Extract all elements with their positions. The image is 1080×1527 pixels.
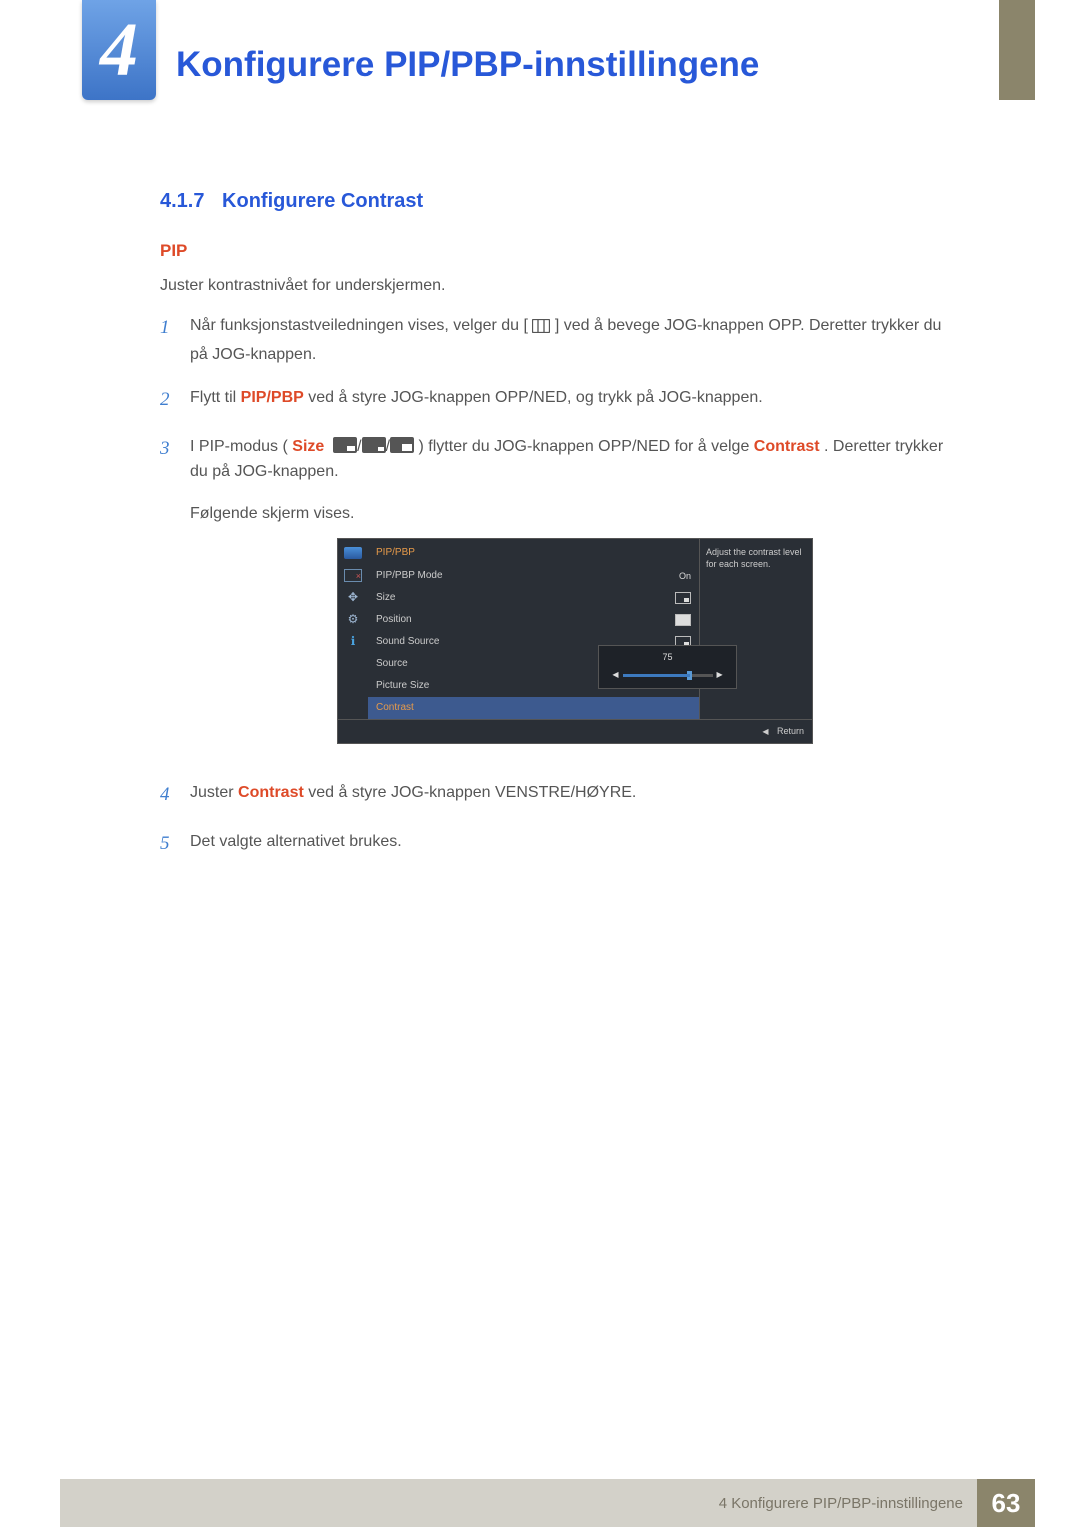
section-heading: 4.1.7 Konfigurere Contrast	[160, 190, 960, 213]
step-number: 2	[160, 385, 174, 415]
osd-label: Position	[376, 612, 412, 628]
size-preview-icon	[675, 592, 691, 604]
osd-icon-info: ℹ	[343, 633, 363, 649]
step-4-contrast: Contrast	[238, 784, 304, 801]
slider-thumb[interactable]	[687, 671, 692, 680]
slider-left-arrow[interactable]: ◀	[612, 669, 618, 682]
chapter-number: 4	[100, 7, 138, 94]
osd-icon-pbp	[343, 567, 363, 583]
osd-icon-move: ✥	[343, 589, 363, 605]
osd-row-size[interactable]: Size	[368, 587, 699, 609]
step-4-text-b: ved å styre JOG-knappen VENSTRE/HØYRE.	[308, 784, 636, 801]
position-preview-icon	[675, 614, 691, 626]
step-2-text-b: ved å styre JOG-knappen OPP/NED, og tryk…	[308, 389, 762, 406]
size-icon-small	[362, 437, 386, 453]
step-number: 1	[160, 313, 174, 367]
osd-contrast-slider[interactable]: 75 ◀ ▶	[598, 645, 737, 688]
section-title: Konfigurere Contrast	[222, 190, 423, 212]
osd-help-panel: Adjust the contrast level for each scree…	[699, 539, 812, 719]
footer-page-number: 63	[977, 1479, 1035, 1527]
osd-return-label[interactable]: Return	[777, 726, 804, 736]
osd-slider-value: 75	[605, 650, 730, 664]
osd-label: Picture Size	[376, 678, 429, 694]
osd-footer: ◀ Return	[338, 719, 812, 743]
subheading-pip: PIP	[160, 241, 960, 261]
step-3: 3 I PIP-modus ( Size // ) flytter du JOG…	[160, 434, 960, 763]
step-number: 3	[160, 434, 174, 763]
osd-label: Contrast	[376, 700, 414, 716]
section-number: 4.1.7	[160, 190, 204, 212]
page-footer: 4 Konfigurere PIP/PBP-innstillingene 63	[0, 1479, 1080, 1527]
osd-icon-picture	[343, 545, 363, 561]
osd-row-mode[interactable]: PIP/PBP Mode On	[368, 565, 699, 587]
step-5-text: Det valgte alternativet brukes.	[190, 829, 402, 859]
osd-menu: ✥ ⚙ ℹ PIP/PBP PIP/PBP Mode On	[337, 538, 813, 744]
osd-title: PIP/PBP	[368, 539, 699, 565]
step-number: 4	[160, 780, 174, 810]
osd-row-contrast[interactable]: Contrast	[368, 697, 699, 719]
step-3-contrast: Contrast	[754, 438, 820, 455]
osd-label: Source	[376, 656, 408, 672]
osd-help-text: Adjust the contrast level for each scree…	[706, 547, 802, 569]
osd-label: Size	[376, 590, 395, 606]
step-1: 1 Når funksjonstastveiledningen vises, v…	[160, 313, 960, 367]
step-1-text-a: Når funksjonstastveiledningen vises, vel…	[190, 317, 528, 334]
header-accent-bar	[999, 0, 1035, 100]
chapter-header: 4 Konfigurere PIP/PBP-innstillingene	[0, 0, 1080, 100]
chapter-title: Konfigurere PIP/PBP-innstillingene	[176, 45, 759, 85]
step-2: 2 Flytt til PIP/PBP ved å styre JOG-knap…	[160, 385, 960, 415]
step-5: 5 Det valgte alternativet brukes.	[160, 829, 960, 859]
size-icon-medium	[390, 437, 414, 453]
osd-label: Sound Source	[376, 634, 439, 650]
intro-text: Juster kontrastnivået for underskjermen.	[160, 277, 960, 295]
footer-chapter-label: 4 Konfigurere PIP/PBP-innstillingene	[60, 1479, 977, 1527]
slider-track[interactable]	[623, 674, 713, 677]
osd-sidebar: ✥ ⚙ ℹ	[338, 539, 368, 719]
osd-label: PIP/PBP Mode	[376, 568, 443, 584]
step-3-follow: Følgende skjerm vises.	[190, 501, 960, 527]
chapter-number-box: 4	[82, 0, 156, 100]
osd-icon-settings: ⚙	[343, 611, 363, 627]
return-arrow-icon: ◀	[762, 727, 768, 736]
step-4-text-a: Juster	[190, 784, 238, 801]
step-3-size: Size	[292, 438, 324, 455]
step-3-text-b: ) flytter du JOG-knappen OPP/NED for å v…	[419, 438, 754, 455]
step-2-text-a: Flytt til	[190, 389, 241, 406]
step-4: 4 Juster Contrast ved å styre JOG-knappe…	[160, 780, 960, 810]
osd-row-position[interactable]: Position	[368, 609, 699, 631]
size-icon-large	[333, 437, 357, 453]
step-2-pip: PIP/PBP	[241, 389, 304, 406]
osd-value: On	[679, 569, 691, 583]
step-number: 5	[160, 829, 174, 859]
step-3-text-a: I PIP-modus (	[190, 438, 288, 455]
menu-icon	[532, 316, 550, 342]
slider-right-arrow[interactable]: ▶	[717, 669, 723, 682]
